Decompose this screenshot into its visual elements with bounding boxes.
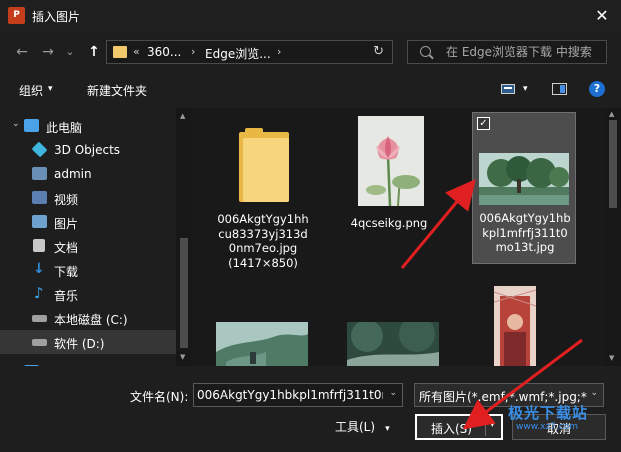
window-title: 插入图片 bbox=[32, 10, 81, 24]
picture-icon bbox=[32, 215, 47, 228]
sidebar-item-label: 图片 bbox=[54, 217, 79, 231]
filename-combobox[interactable]: ⌄ bbox=[193, 383, 403, 407]
chevron-down-icon[interactable]: ⌄ bbox=[590, 388, 598, 398]
close-button[interactable]: ✕ bbox=[589, 3, 615, 29]
sidebar-item-documents[interactable]: 文档 bbox=[0, 234, 176, 258]
breadcrumb-item[interactable]: Edge浏览... bbox=[205, 45, 271, 62]
up-button[interactable]: ↑ bbox=[84, 41, 104, 63]
file-item[interactable]: 4qcseikg.png bbox=[327, 112, 451, 282]
sidebar-item-label: 软件 (D:) bbox=[54, 337, 105, 351]
image-thumbnail[interactable] bbox=[494, 286, 536, 366]
watermark-text: 极光下载站 bbox=[508, 404, 589, 422]
video-icon bbox=[32, 191, 47, 204]
scrollbar-thumb[interactable] bbox=[609, 120, 617, 208]
sidebar-scrollbar[interactable]: ▲ ▼ bbox=[176, 108, 192, 366]
scroll-down-icon[interactable]: ▼ bbox=[609, 354, 614, 362]
file-list-scrollbar[interactable]: ▲ ▼ bbox=[605, 108, 621, 366]
file-item-selected[interactable]: ✓ 006AkgtYgy1hb kpl1mfrfj311t0 mo13t.jpg bbox=[472, 112, 576, 264]
drive-icon bbox=[32, 339, 47, 346]
tools-button[interactable]: 工具(L) ▾ bbox=[335, 418, 390, 435]
scroll-up-icon[interactable]: ▲ bbox=[180, 112, 185, 120]
sidebar-item-videos[interactable]: 视频 bbox=[0, 186, 176, 210]
sidebar-item-3d-objects[interactable]: 3D Objects bbox=[0, 138, 176, 162]
sidebar-item-label: 此电脑 bbox=[46, 121, 83, 135]
image-thumbnail[interactable] bbox=[347, 322, 439, 366]
organize-button[interactable]: 组织 bbox=[19, 82, 43, 99]
title-bar: P 插入图片 ✕ bbox=[0, 0, 621, 32]
new-folder-button[interactable]: 新建文件夹 bbox=[87, 82, 147, 99]
search-box[interactable] bbox=[407, 40, 607, 64]
tools-label: 工具(L) bbox=[335, 420, 376, 434]
file-name: 006AkgtYgy1hh cu83373yj313d 0nm7eo.jpg (… bbox=[217, 212, 309, 270]
scroll-down-icon[interactable]: ▼ bbox=[180, 353, 185, 361]
file-name: 006AkgtYgy1hb kpl1mfrfj311t0 mo13t.jpg bbox=[479, 211, 571, 254]
chevron-down-icon[interactable]: ▾ bbox=[523, 84, 528, 94]
breadcrumb-overflow[interactable]: « bbox=[133, 45, 140, 58]
breadcrumb-item[interactable]: 360... bbox=[147, 45, 181, 59]
sidebar-item-drive-d[interactable]: 软件 (D:) bbox=[0, 330, 176, 354]
chevron-down-icon: ▾ bbox=[48, 84, 53, 94]
filename-field[interactable] bbox=[197, 387, 383, 403]
preview-pane-icon[interactable] bbox=[552, 83, 567, 95]
navigation-pane[interactable]: ⌄ 此电脑 3D Objects admin 视频 图片 文档 ↓ 下载 ♪ 音… bbox=[0, 108, 192, 366]
drive-icon bbox=[32, 315, 47, 322]
change-view-icon[interactable] bbox=[501, 84, 515, 94]
folder-icon bbox=[239, 128, 289, 202]
insert-button[interactable]: 插入(S) ▾ bbox=[415, 414, 503, 440]
watermark-url: www.xz7.com bbox=[516, 422, 578, 432]
sidebar-item-label: admin bbox=[54, 167, 92, 181]
refresh-icon[interactable]: ↻ bbox=[373, 44, 384, 59]
chevron-down-icon[interactable]: ⌄ bbox=[389, 388, 397, 398]
watermark-logo: 极光下载站 www.xz7.com bbox=[494, 402, 614, 438]
command-toolbar: 组织 ▾ 新建文件夹 ▾ ? bbox=[0, 72, 621, 108]
split-divider bbox=[485, 418, 486, 436]
file-list[interactable]: 006AkgtYgy1hh cu83373yj313d 0nm7eo.jpg (… bbox=[192, 108, 605, 366]
image-thumbnail[interactable] bbox=[216, 322, 308, 366]
search-input[interactable] bbox=[446, 44, 604, 60]
chevron-down-icon[interactable]: ⌄ bbox=[12, 119, 20, 129]
back-button[interactable]: ← bbox=[12, 41, 32, 63]
lotus-thumbnail bbox=[358, 116, 424, 206]
sidebar-item-label: 文档 bbox=[54, 241, 79, 255]
file-item[interactable]: 006AkgtYgy1hh cu83373yj313d 0nm7eo.jpg (… bbox=[201, 112, 325, 282]
sidebar-item-label: 视频 bbox=[54, 193, 79, 207]
help-icon[interactable]: ? bbox=[589, 81, 605, 97]
sidebar-item-downloads[interactable]: ↓ 下载 bbox=[0, 258, 176, 282]
sidebar-item-this-pc[interactable]: ⌄ 此电脑 bbox=[0, 114, 176, 138]
document-icon bbox=[33, 239, 45, 252]
sidebar-item-admin[interactable]: admin bbox=[0, 162, 176, 186]
scrollbar-thumb[interactable] bbox=[180, 238, 188, 348]
computer-icon bbox=[24, 119, 39, 132]
chevron-down-icon: ▾ bbox=[385, 424, 390, 434]
sidebar-item-label: 下载 bbox=[54, 265, 79, 279]
breadcrumb-separator[interactable]: › bbox=[191, 45, 195, 58]
powerpoint-icon: P bbox=[8, 7, 25, 24]
search-icon bbox=[420, 46, 431, 57]
user-folder-icon bbox=[32, 167, 47, 180]
download-icon: ↓ bbox=[33, 261, 45, 277]
insert-label: 插入(S) bbox=[431, 422, 472, 436]
forward-button[interactable]: → bbox=[38, 41, 58, 63]
checkbox-checked-icon[interactable]: ✓ bbox=[477, 117, 490, 130]
address-bar[interactable]: « 360... › Edge浏览... › ↻ bbox=[106, 40, 393, 64]
sidebar-item-pictures[interactable]: 图片 bbox=[0, 210, 176, 234]
sidebar-item-label: 3D Objects bbox=[54, 143, 121, 157]
scroll-up-icon[interactable]: ▲ bbox=[609, 110, 614, 118]
cube-icon bbox=[31, 141, 48, 158]
folder-icon bbox=[113, 46, 127, 58]
breadcrumb-separator[interactable]: › bbox=[277, 45, 281, 58]
music-icon: ♪ bbox=[34, 284, 44, 302]
landscape-thumbnail bbox=[479, 153, 569, 205]
sidebar-item-label: 音乐 bbox=[54, 289, 79, 303]
file-name: 4qcseikg.png bbox=[350, 216, 428, 230]
sidebar-item-music[interactable]: ♪ 音乐 bbox=[0, 282, 176, 306]
sidebar-item-label: 本地磁盘 (C:) bbox=[54, 313, 128, 327]
sidebar-item-drive-c[interactable]: 本地磁盘 (C:) bbox=[0, 306, 176, 330]
filename-label: 文件名(N): bbox=[130, 390, 189, 404]
navigation-bar: ← → ⌄ ↑ « 360... › Edge浏览... › ↻ bbox=[0, 32, 621, 72]
recent-locations-button[interactable]: ⌄ bbox=[60, 41, 80, 63]
